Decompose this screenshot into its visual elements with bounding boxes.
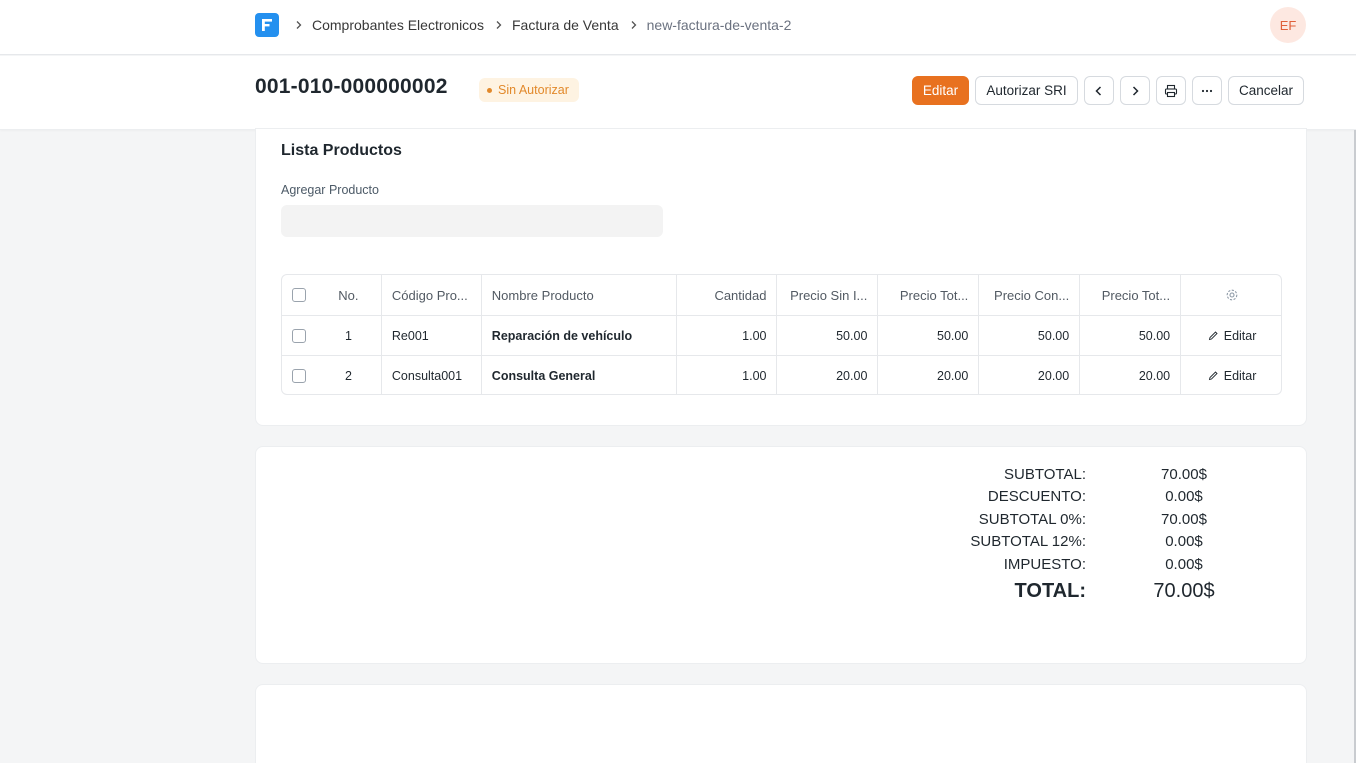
previous-doc-button[interactable] (1084, 76, 1114, 105)
quantity[interactable]: 1.00 (677, 356, 778, 394)
subtotal-12-value: 0.00$ (1165, 533, 1203, 550)
total-with-tax[interactable]: 20.00 (1080, 356, 1182, 394)
row-checkbox[interactable] (291, 328, 306, 343)
gear-icon[interactable] (1225, 288, 1239, 302)
column-header: Cantidad (677, 275, 778, 315)
select-all-cell (282, 275, 316, 315)
column-header: Precio Tot... (878, 275, 980, 315)
more-options-button[interactable] (1192, 76, 1222, 105)
grid-settings-cell[interactable] (1181, 275, 1281, 315)
total-without-tax[interactable]: 50.00 (878, 316, 980, 355)
price-without-tax[interactable]: 20.00 (777, 356, 879, 394)
subtotal-0-label: SUBTOTAL 0%: (978, 511, 1086, 528)
page-title: 001-010-000000002 (255, 75, 448, 98)
quantity[interactable]: 1.00 (677, 316, 778, 355)
subtotal-12-label: SUBTOTAL 12%: (970, 533, 1086, 550)
product-name[interactable]: Consulta General (482, 356, 677, 394)
subtotal-row: SUBTOTAL: 70.00$ (256, 466, 1308, 488)
subtotal-12-row: SUBTOTAL 12%: 0.00$ (256, 533, 1308, 555)
total-label: TOTAL: (1014, 580, 1086, 602)
price-with-tax[interactable]: 50.00 (979, 316, 1081, 355)
cancel-button[interactable]: Cancelar (1228, 76, 1304, 105)
tax-row: IMPUESTO: 0.00$ (256, 556, 1308, 578)
table-row[interactable]: 2 Consulta001 Consulta General 1.00 20.0… (282, 355, 1281, 394)
subtotal-label: SUBTOTAL: (1004, 466, 1086, 483)
chevron-right-icon (1132, 85, 1139, 96)
row-edit-cell: Editar (1181, 356, 1281, 394)
navbar: Comprobantes Electronicos Factura de Ven… (0, 0, 1356, 55)
table-header: No. Código Pro... Nombre Producto Cantid… (282, 275, 1281, 315)
breadcrumb-current: new-factura-de-venta-2 (646, 17, 792, 33)
totals-section: SUBTOTAL: 70.00$ DESCUENTO: 0.00$ SUBTOT… (255, 446, 1307, 664)
more-horizontal-icon (1201, 89, 1213, 92)
app-logo[interactable] (255, 13, 279, 37)
total-with-tax[interactable]: 50.00 (1080, 316, 1182, 355)
print-button[interactable] (1156, 76, 1186, 105)
subtotal-0-row: SUBTOTAL 0%: 70.00$ (256, 511, 1308, 533)
printer-icon (1164, 84, 1178, 97)
page-header: 001-010-000000002 Sin Autorizar Editar A… (0, 56, 1356, 130)
column-header: Precio Con... (979, 275, 1081, 315)
breadcrumb-comprobantes[interactable]: Comprobantes Electronicos (312, 17, 484, 33)
table-row[interactable]: 1 Re001 Reparación de vehículo 1.00 50.0… (282, 315, 1281, 355)
column-header: Código Pro... (382, 275, 482, 315)
row-number: 1 (316, 316, 382, 355)
breadcrumb: Comprobantes Electronicos Factura de Ven… (290, 16, 791, 34)
authorize-sri-button[interactable]: Autorizar SRI (975, 76, 1078, 105)
row-select-cell (282, 316, 316, 355)
column-header: No. (316, 275, 382, 315)
total-row: TOTAL: 70.00$ (256, 580, 1308, 608)
row-select-cell (282, 356, 316, 394)
next-doc-button[interactable] (1120, 76, 1150, 105)
subtotal-0-value: 70.00$ (1161, 511, 1207, 528)
discount-label: DESCUENTO: (987, 488, 1086, 505)
avatar[interactable]: EF (1270, 7, 1306, 43)
column-header: Nombre Producto (482, 275, 677, 315)
chevron-left-icon (1095, 85, 1102, 96)
chevron-right-icon (629, 20, 639, 30)
product-name[interactable]: Reparación de vehículo (482, 316, 677, 355)
product-code[interactable]: Consulta001 (382, 356, 482, 394)
discount-row: DESCUENTO: 0.00$ (256, 488, 1308, 510)
row-edit-button[interactable]: Editar (1208, 328, 1257, 343)
column-header: Precio Tot... (1080, 275, 1182, 315)
discount-value: 0.00$ (1165, 488, 1203, 505)
products-section: Lista Productos Agregar Producto No. Cód… (255, 128, 1307, 426)
row-edit-cell: Editar (1181, 316, 1281, 355)
total-without-tax[interactable]: 20.00 (878, 356, 980, 394)
tax-value: 0.00$ (1165, 556, 1203, 573)
next-section (255, 684, 1307, 763)
status-text: Sin Autorizar (498, 83, 569, 97)
add-product-input[interactable] (281, 205, 663, 237)
pencil-icon (1208, 331, 1218, 341)
tax-label: IMPUESTO: (1003, 556, 1086, 573)
chevron-right-icon (494, 20, 504, 30)
subtotal-value: 70.00$ (1161, 466, 1207, 483)
status-badge: Sin Autorizar (479, 78, 579, 102)
row-edit-label: Editar (1223, 328, 1257, 343)
status-dot-icon (487, 87, 492, 93)
row-checkbox[interactable] (291, 368, 306, 383)
products-table: No. Código Pro... Nombre Producto Cantid… (281, 274, 1282, 395)
totals-summary: SUBTOTAL: 70.00$ DESCUENTO: 0.00$ SUBTOT… (256, 447, 1308, 665)
row-number: 2 (316, 356, 382, 394)
breadcrumb-factura-de-venta[interactable]: Factura de Venta (512, 17, 619, 33)
total-value: 70.00$ (1153, 580, 1215, 602)
price-with-tax[interactable]: 20.00 (979, 356, 1081, 394)
select-all-checkbox[interactable] (291, 288, 306, 302)
row-edit-button[interactable]: Editar (1208, 368, 1257, 383)
edit-button[interactable]: Editar (912, 76, 969, 105)
frappe-logo-icon (262, 19, 272, 31)
price-without-tax[interactable]: 50.00 (777, 316, 879, 355)
product-code[interactable]: Re001 (382, 316, 482, 355)
pencil-icon (1208, 371, 1218, 381)
section-title: Lista Productos (281, 142, 402, 159)
row-edit-label: Editar (1223, 368, 1257, 383)
column-header: Precio Sin I... (777, 275, 879, 315)
chevron-right-icon (294, 20, 304, 30)
add-product-label: Agregar Producto (281, 183, 379, 197)
